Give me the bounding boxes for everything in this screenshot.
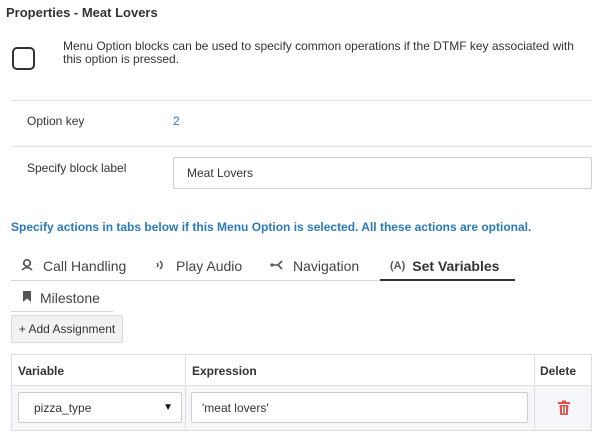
- tab-call-handling[interactable]: Call Handling: [20, 254, 126, 278]
- tab-label: Milestone: [40, 290, 100, 306]
- chevron-down-icon: ▼: [163, 402, 173, 413]
- divider: [11, 100, 592, 101]
- assignment-table: Variable Expression Delete pizza_type ▼: [11, 354, 592, 431]
- table-header-separator: [12, 385, 591, 386]
- trash-icon[interactable]: [557, 400, 571, 416]
- tab-navigation[interactable]: Navigation: [270, 254, 359, 278]
- tab-milestone[interactable]: Milestone: [22, 286, 100, 310]
- column-separator: [534, 355, 535, 430]
- tab-label: Set Variables: [412, 258, 500, 274]
- column-header-delete: Delete: [540, 364, 577, 378]
- tab-label: Call Handling: [43, 258, 127, 274]
- navigation-icon: [270, 258, 284, 275]
- tab-set-variables[interactable]: (A) Set Variables: [390, 254, 499, 278]
- actions-hint: Specify actions in tabs below if this Me…: [11, 220, 532, 234]
- block-label-label: Specify block label: [27, 161, 127, 175]
- bookmark-icon: [22, 290, 32, 306]
- menu-option-icon: [12, 47, 35, 70]
- tab-play-audio[interactable]: Play Audio: [155, 254, 242, 278]
- variable-select[interactable]: pizza_type ▼: [18, 392, 182, 423]
- variable-select-value: pizza_type: [34, 400, 92, 415]
- tab-label: Play Audio: [176, 258, 243, 274]
- add-assignment-button[interactable]: + Add Assignment: [11, 315, 123, 343]
- properties-panel: Properties - Meat Lovers Menu Option blo…: [0, 0, 605, 440]
- block-label-input[interactable]: [173, 157, 592, 189]
- panel-title: Properties - Meat Lovers: [6, 5, 158, 20]
- milestone-border: [11, 311, 113, 312]
- audio-icon: [155, 258, 167, 275]
- panel-description: Menu Option blocks can be used to specif…: [63, 39, 574, 66]
- variable-icon: (A): [390, 260, 406, 272]
- option-key-value: 2: [173, 114, 180, 128]
- divider: [11, 146, 592, 147]
- expression-input[interactable]: [191, 392, 528, 423]
- call-handling-icon: [20, 258, 34, 275]
- tab-label: Navigation: [293, 258, 360, 274]
- column-separator: [185, 355, 186, 430]
- column-header-variable: Variable: [18, 364, 65, 378]
- column-header-expression: Expression: [192, 364, 257, 378]
- option-key-label: Option key: [27, 114, 85, 128]
- active-tab-indicator: [380, 279, 515, 281]
